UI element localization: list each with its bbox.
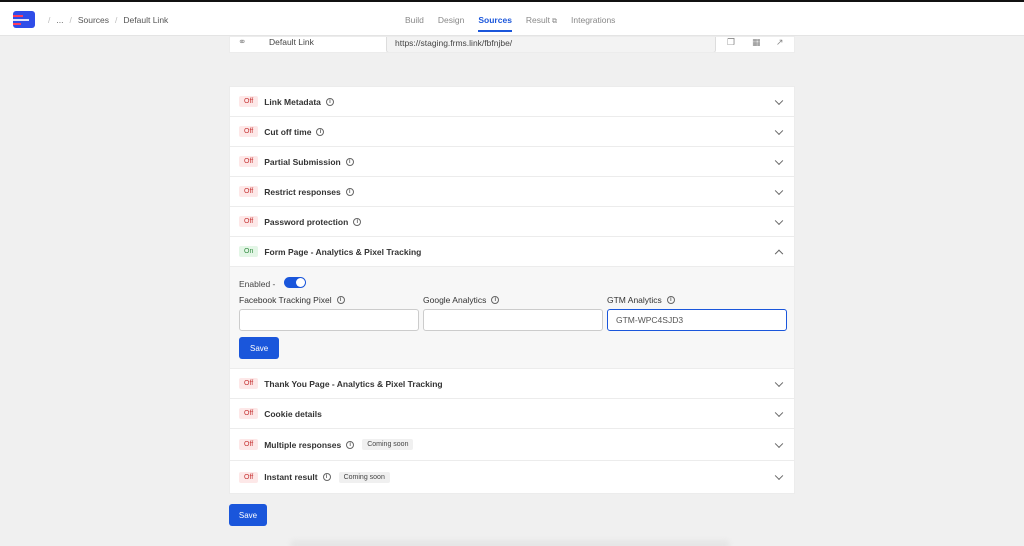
info-icon[interactable]: i	[346, 440, 355, 449]
setting-instant-result[interactable]: Off Instant result i Coming soon	[230, 461, 794, 493]
breadcrumb: / ... / Sources / Default Link	[42, 15, 168, 25]
tracking-panel: Enabled - Facebook Tracking Pixel i Googl…	[230, 267, 794, 369]
status-badge: Off	[239, 471, 259, 483]
chevron-down-icon[interactable]	[774, 126, 784, 135]
setting-cookie-details[interactable]: Off Cookie details	[230, 399, 794, 429]
breadcrumb-separator: /	[69, 15, 72, 25]
chevron-up-icon[interactable]	[774, 249, 784, 258]
chevron-down-icon[interactable]	[774, 378, 784, 387]
status-badge: Off	[239, 378, 259, 389]
tab-integrations[interactable]: Integrations	[571, 15, 615, 32]
info-icon[interactable]: i	[316, 127, 325, 136]
info-icon[interactable]: i	[336, 296, 345, 304]
info-icon[interactable]: i	[325, 97, 334, 106]
tab-build[interactable]: Build	[405, 15, 424, 32]
setting-title: Partial Submission	[264, 156, 341, 167]
tab-result-label: Result	[525, 15, 551, 25]
tab-sources[interactable]: Sources	[478, 15, 512, 32]
status-badge: Off	[239, 96, 259, 107]
setting-title: Link Metadata	[264, 96, 321, 107]
facebook-pixel-input[interactable]	[239, 309, 419, 331]
enabled-toggle[interactable]	[284, 277, 306, 288]
status-badge: On	[239, 246, 259, 257]
status-badge: Off	[239, 156, 259, 167]
external-link-icon: ⧉	[552, 18, 558, 25]
chevron-down-icon[interactable]	[774, 439, 784, 448]
chevron-down-icon[interactable]	[774, 471, 784, 481]
setting-title: Multiple responses	[264, 439, 342, 450]
tracking-save-button[interactable]: Save	[239, 337, 280, 359]
status-badge: Off	[239, 186, 259, 197]
coming-soon-badge: Coming soon	[338, 471, 390, 483]
tab-design[interactable]: Design	[438, 15, 464, 32]
app-logo[interactable]	[13, 11, 35, 28]
breadcrumb-item-ellipsis[interactable]: ...	[56, 15, 63, 25]
status-badge: Off	[239, 126, 259, 137]
field-label: Facebook Tracking Pixel	[239, 295, 332, 305]
setting-password-protection[interactable]: Off Password protection i	[230, 207, 794, 237]
link-url-field[interactable]: https://staging.frms.link/fbfnjbe/	[386, 37, 716, 52]
tab-result[interactable]: Result ⧉	[526, 15, 557, 32]
chevron-down-icon[interactable]	[774, 96, 784, 105]
field-label: GTM Analytics	[607, 295, 662, 305]
info-icon[interactable]: i	[491, 296, 500, 304]
setting-restrict-responses[interactable]: Off Restrict responses i	[230, 177, 794, 207]
field-label: Google Analytics	[423, 295, 487, 305]
enabled-label: Enabled -	[239, 279, 276, 289]
coming-soon-badge: Coming soon	[362, 439, 414, 450]
setting-title: Cut off time	[264, 126, 312, 137]
top-bar: / ... / Sources / Default Link Build Des…	[0, 0, 1024, 36]
setting-title: Form Page - Analytics & Pixel Tracking	[264, 246, 422, 257]
status-badge: Off	[239, 408, 259, 419]
setting-partial-submission[interactable]: Off Partial Submission i	[230, 147, 794, 177]
setting-form-page-tracking[interactable]: On Form Page - Analytics & Pixel Trackin…	[230, 237, 794, 267]
info-icon[interactable]: i	[353, 217, 362, 226]
chevron-down-icon[interactable]	[774, 216, 784, 225]
settings-panel: Off Link Metadata i Off Cut off time i O…	[229, 86, 795, 494]
breadcrumb-separator: /	[48, 15, 51, 25]
setting-title: Cookie details	[264, 408, 322, 419]
bottom-shadow	[290, 540, 730, 546]
link-label: Default Link	[269, 37, 314, 47]
status-badge: Off	[239, 439, 259, 450]
setting-title: Restrict responses	[264, 186, 341, 197]
copy-icon[interactable]: ❐	[727, 37, 735, 48]
gtm-analytics-group: GTM Analytics i	[607, 295, 787, 331]
qr-code-icon[interactable]: ▦	[752, 37, 761, 48]
google-analytics-group: Google Analytics i	[423, 295, 603, 331]
setting-title: Thank You Page - Analytics & Pixel Track…	[264, 378, 443, 389]
gtm-analytics-input[interactable]	[607, 309, 787, 331]
link-icon: ⚭	[238, 36, 247, 48]
info-icon[interactable]: i	[322, 473, 331, 481]
breadcrumb-item-sources[interactable]: Sources	[78, 15, 109, 25]
save-button[interactable]: Save	[229, 504, 267, 526]
chevron-down-icon[interactable]	[774, 156, 784, 165]
main-nav: Build Design Sources Result ⧉ Integration…	[405, 15, 615, 32]
setting-cut-off-time[interactable]: Off Cut off time i	[230, 117, 794, 147]
info-icon[interactable]: i	[345, 187, 354, 196]
open-external-icon[interactable]: ↗	[776, 37, 784, 48]
setting-thank-you-tracking[interactable]: Off Thank You Page - Analytics & Pixel T…	[230, 369, 794, 399]
setting-title: Instant result	[264, 472, 318, 482]
info-icon[interactable]: i	[666, 296, 675, 304]
breadcrumb-separator: /	[115, 15, 118, 25]
setting-link-metadata[interactable]: Off Link Metadata i	[230, 87, 794, 117]
chevron-down-icon[interactable]	[774, 186, 784, 195]
google-analytics-input[interactable]	[423, 309, 603, 331]
info-icon[interactable]: i	[345, 157, 354, 166]
facebook-pixel-group: Facebook Tracking Pixel i	[239, 295, 419, 331]
setting-multiple-responses[interactable]: Off Multiple responses i Coming soon	[230, 429, 794, 461]
link-card: ⚭ Default Link https://staging.frms.link…	[229, 36, 795, 53]
breadcrumb-item-default-link[interactable]: Default Link	[123, 15, 168, 25]
setting-title: Password protection	[264, 216, 349, 227]
chevron-down-icon[interactable]	[774, 408, 784, 417]
status-badge: Off	[239, 216, 259, 227]
